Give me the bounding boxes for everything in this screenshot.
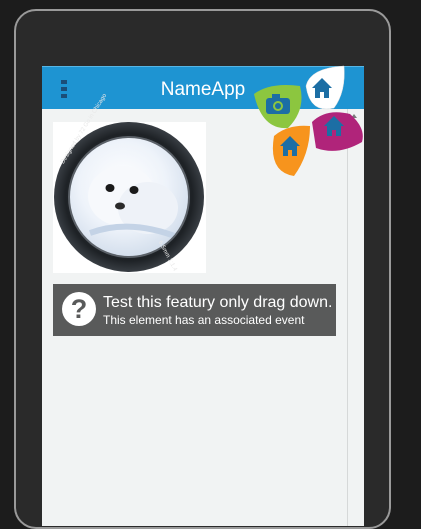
lens-ring-text-bottom: 6.5mm 1:1.4 <box>156 240 178 273</box>
petal-home-button-top[interactable] <box>305 65 345 110</box>
question-icon: ? <box>62 292 96 326</box>
petal-home-button-right[interactable] <box>312 112 363 151</box>
info-title: Test this featury only drag down. <box>103 294 333 311</box>
seal-illustration <box>88 166 182 241</box>
petal-camera-button[interactable] <box>254 85 302 129</box>
info-subtitle: This element has an associated event <box>103 313 305 327</box>
seal-image-card: Designed by 72 Go in Chicago 6.5mm 1:1.4 <box>53 93 206 273</box>
seal-photo <box>68 136 190 258</box>
petal-home-button-left[interactable] <box>272 125 310 176</box>
petal-menu <box>254 65 363 176</box>
lens-frame: Designed by 72 Go in Chicago 6.5mm 1:1.4 <box>54 93 204 273</box>
draggable-info-bar[interactable]: ? Test this featury only drag down. This… <box>53 284 336 336</box>
